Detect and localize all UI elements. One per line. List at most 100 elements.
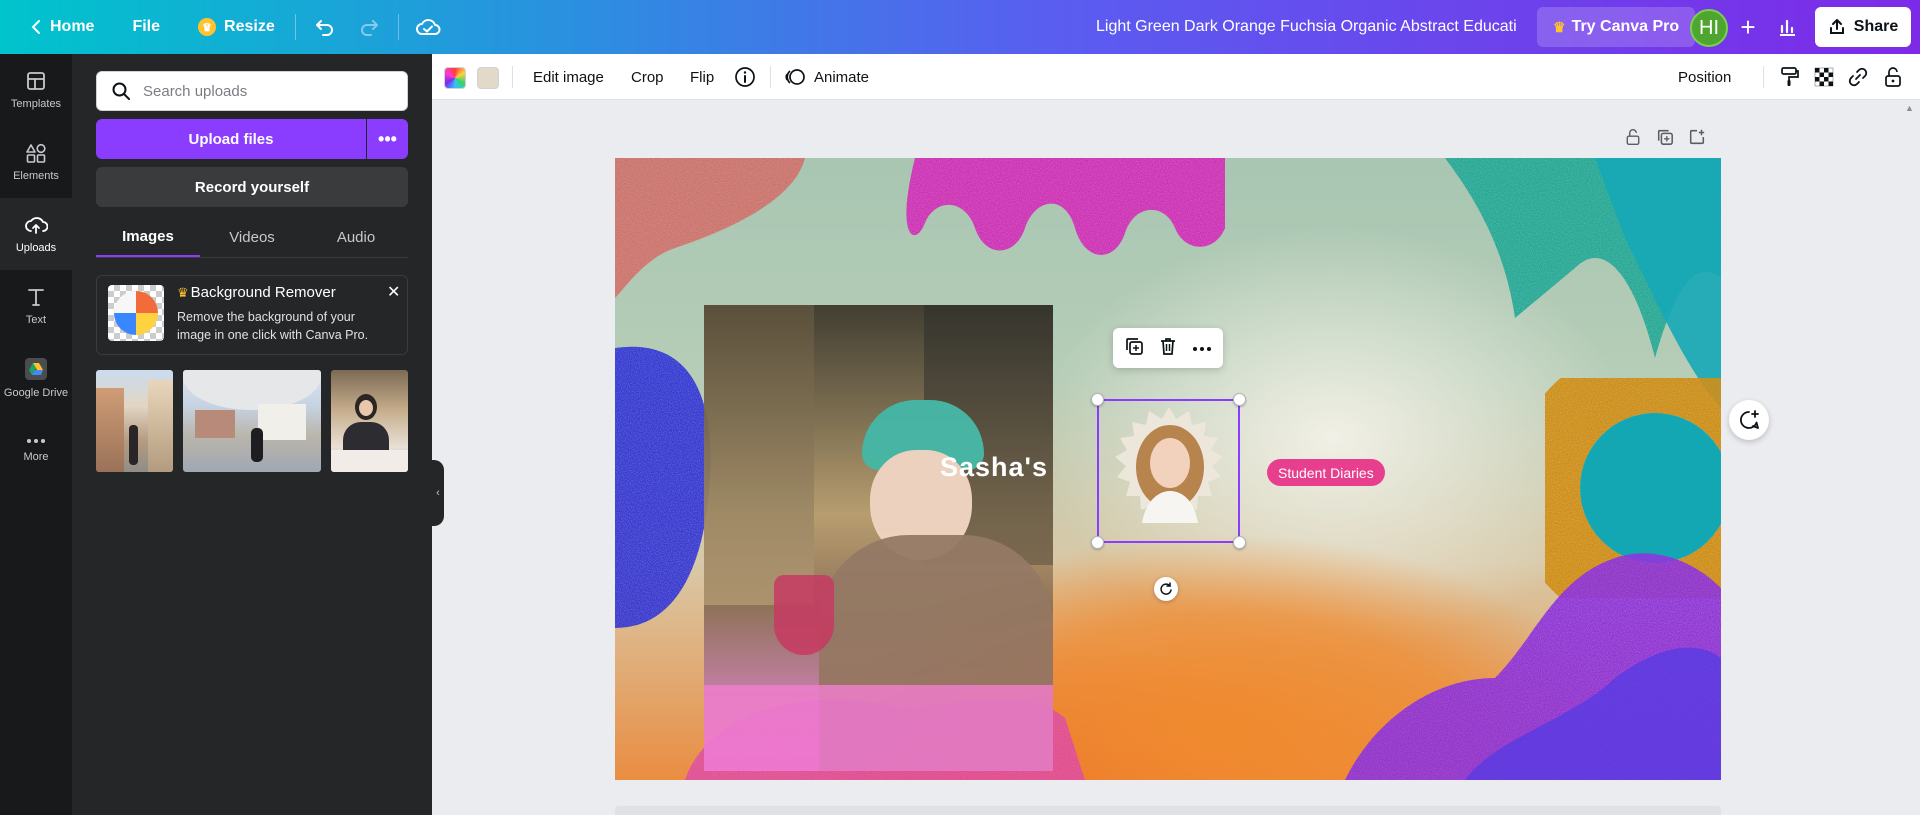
blue-blob-shape [615,346,711,628]
lock-page-button[interactable] [1624,128,1642,151]
crop-button[interactable]: Crop [631,54,664,100]
building-shape [148,380,173,472]
rail-item-elements[interactable]: Elements [0,126,72,198]
insights-button[interactable] [1769,9,1805,45]
animate-button[interactable]: Animate [784,54,869,100]
rotate-icon [1160,582,1172,595]
flip-button[interactable]: Flip [690,54,714,100]
user-avatar[interactable]: HI [1690,9,1728,47]
person-face-shape [359,400,373,416]
selection-box [1097,399,1240,543]
elements-icon [26,143,46,163]
position-button[interactable]: Position [1678,54,1731,100]
resize-label: Resize [224,18,275,35]
main-photo[interactable] [704,305,1053,771]
resize-handle-top-left[interactable] [1091,393,1104,406]
delete-element-button[interactable] [1158,336,1178,361]
paint-roller-icon [1781,67,1799,86]
vertical-scrollbar-arrow[interactable]: ▲ [1905,103,1915,113]
design-title[interactable]: Light Green Dark Orange Fuchsia Organic … [1096,0,1516,54]
next-page-preview[interactable] [615,806,1721,815]
student-diaries-tag[interactable]: Student Diaries [1267,459,1385,486]
toolbar-divider [294,14,296,40]
more-options-button[interactable] [1192,339,1212,357]
search-icon [112,82,130,100]
rail-item-text[interactable]: Text [0,270,72,342]
resize-handle-top-right[interactable] [1233,393,1246,406]
drink-glass-shape [774,575,834,655]
link-icon [1848,67,1868,87]
resize-button[interactable]: ♛ Resize [188,8,285,46]
lock-button[interactable] [1880,64,1906,90]
uploads-panel: Upload files ••• Record yourself Images … [72,54,432,815]
rail-item-label: Text [25,314,47,326]
info-icon [735,67,755,87]
search-input[interactable] [143,82,383,100]
google-drive-icon [25,358,47,380]
chevron-left-icon: ‹ [436,487,440,499]
page-tools [1624,128,1706,151]
promo-image [108,285,164,341]
toolbar-divider [512,66,513,88]
rail-item-uploads[interactable]: Uploads [0,198,72,270]
animate-icon [785,69,805,85]
rail-item-google-drive[interactable]: Google Drive [0,342,72,414]
undo-icon [315,20,333,36]
collapse-panel-button[interactable]: ‹ [432,460,444,526]
tab-videos[interactable]: Videos [200,217,304,257]
toolbar-divider [397,14,399,40]
promo-description: Remove the background of your image in o… [177,310,369,342]
bar-chart-icon [1780,19,1795,36]
beach-ball-icon [114,291,158,335]
save-status-button[interactable] [409,8,447,46]
home-button[interactable]: Home [20,8,104,46]
person-shape [251,428,263,462]
link-button[interactable] [1845,64,1871,90]
resize-handle-bottom-left[interactable] [1091,536,1104,549]
file-label: File [132,18,161,35]
plus-icon: + [1740,11,1756,42]
undo-button[interactable] [306,8,344,46]
info-button[interactable] [732,64,758,90]
upload-thumbnail[interactable] [183,370,321,472]
duplicate-page-button[interactable] [1656,128,1674,151]
upload-thumbnail[interactable] [96,370,173,472]
resize-handle-bottom-right[interactable] [1233,536,1246,549]
upload-thumbnail[interactable] [331,370,408,472]
more-icon [27,439,45,443]
background-remover-promo[interactable]: ♛ Background Remover Remove the backgrou… [96,275,408,355]
trash-icon [1161,337,1175,355]
duplicate-element-button[interactable] [1124,336,1144,361]
try-canva-pro-button[interactable]: ♛ Try Canva Pro [1537,7,1696,47]
crown-icon: ♛ [198,18,217,36]
rail-item-more[interactable]: More [0,414,72,486]
edit-image-button[interactable]: Edit image [533,54,604,100]
share-button[interactable]: Share [1815,7,1911,47]
person-shape [129,425,138,465]
crown-icon: ♛ [1553,18,1566,35]
file-menu-button[interactable]: File [122,8,170,46]
rotate-handle[interactable] [1154,577,1178,601]
close-icon: ✕ [387,284,401,301]
upload-options-button[interactable]: ••• [367,119,408,159]
fuchsia-drip-shape [906,158,1225,255]
rail-item-label: Google Drive [3,387,69,399]
redo-button[interactable] [350,8,388,46]
tab-images[interactable]: Images [96,217,200,257]
upload-files-button[interactable]: Upload files [96,119,366,159]
record-yourself-button[interactable]: Record yourself [96,167,408,207]
rail-item-templates[interactable]: Templates [0,54,72,126]
tab-audio[interactable]: Audio [304,217,408,257]
close-promo-button[interactable]: ✕ [387,282,400,302]
context-toolbar: Edit image Crop Flip Animate Position [432,54,1920,100]
search-box[interactable] [96,71,408,111]
transparency-button[interactable] [1811,64,1837,90]
copy-style-button[interactable] [1777,64,1803,90]
image-color-swatch[interactable] [477,67,499,89]
add-collaborator-button[interactable]: + [1730,9,1766,45]
add-page-button[interactable] [1688,128,1706,151]
color-picker-swatch[interactable] [444,67,466,89]
building-shape [258,404,306,440]
add-comment-button[interactable] [1729,400,1769,440]
more-horizontal-icon [1193,347,1211,351]
